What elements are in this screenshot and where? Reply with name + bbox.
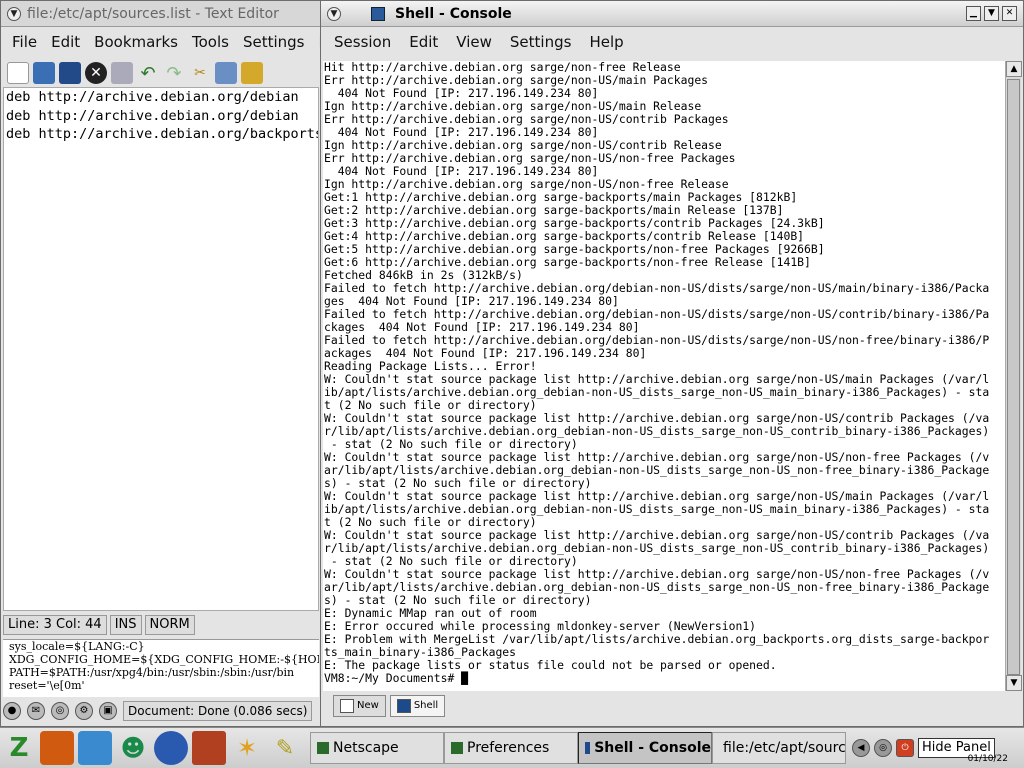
tab-shell[interactable]: Shell [389, 695, 446, 717]
life-vest-icon[interactable] [40, 731, 74, 765]
menu-edit[interactable]: Edit [400, 31, 447, 53]
new-session-icon [340, 699, 354, 713]
tools-icon[interactable]: ⚙ [75, 702, 93, 720]
new-file-icon[interactable] [7, 62, 29, 84]
terminal-output[interactable]: Hit http://archive.debian.org sarge/non-… [323, 61, 1005, 691]
globe-icon[interactable] [154, 731, 188, 765]
terminal-icon [396, 699, 411, 713]
minimize-button[interactable]: ▁ [966, 6, 981, 21]
globe-icon[interactable]: ◎ [51, 702, 69, 720]
terminal-icon [585, 742, 591, 754]
print-icon[interactable] [111, 62, 133, 84]
close-icon[interactable]: ✕ [85, 62, 107, 84]
save-icon[interactable] [59, 62, 81, 84]
editor-line: deb http://archive.debian.org/debian [6, 107, 299, 124]
menu-file[interactable]: File [5, 31, 44, 53]
paste-icon[interactable] [241, 62, 263, 84]
task-label: file:/etc/apt/sources.list [723, 740, 846, 756]
task-shell-console[interactable]: Shell - Console [578, 732, 712, 764]
session-tabs: New Shell [323, 693, 1021, 717]
window-menu-icon[interactable]: ▼ [327, 6, 341, 21]
editor-line: deb http://archive.debian.org/debian [6, 89, 299, 105]
open-folder-icon[interactable] [33, 62, 55, 84]
terminal-line: VM8:~/My Documents# █ [324, 671, 469, 685]
cursor-position: Line: 3 Col: 44 [3, 615, 107, 635]
scroll-thumb[interactable] [1007, 79, 1020, 675]
menu-tools[interactable]: Tools [185, 31, 236, 53]
menu-view[interactable]: View [447, 31, 501, 53]
editor-text-area[interactable]: deb http://archive.debian.org/debian deb … [3, 87, 319, 611]
task-list: Netscape Preferences Shell - Console fil… [310, 732, 846, 764]
package-box-icon[interactable] [78, 731, 112, 765]
editor-title: file:/etc/apt/sources.list - Text Editor [27, 5, 279, 22]
redo-icon[interactable]: ↷ [163, 62, 185, 84]
copy-icon[interactable] [215, 62, 237, 84]
task-preferences[interactable]: Preferences [444, 732, 578, 764]
power-icon[interactable]: ⏻ [896, 739, 914, 757]
text-editor-window: ▼ file:/etc/apt/sources.list - Text Edit… [0, 0, 322, 727]
menu-session[interactable]: Session [325, 31, 400, 53]
window-menu-icon[interactable]: ▼ [7, 6, 21, 21]
menu-settings[interactable]: Settings [236, 31, 312, 53]
editor-toolbar: ✕ ↶ ↷ ✂ [3, 59, 321, 87]
edit-pen-icon[interactable]: ✎ [268, 731, 302, 765]
scroll-down-button[interactable]: ▼ [1006, 675, 1022, 691]
running-person-icon[interactable]: ☻ [116, 731, 150, 765]
norm-mode: NORM [144, 615, 195, 635]
shell-console-window: ▼ Shell - Console ▁ ▼ ✕ Session Edit Vie… [320, 0, 1024, 727]
konsole-line: XDG_CONFIG_HOME=${XDG_CONFIG_HOME:-${HOM… [9, 653, 319, 666]
network-icon[interactable]: ◎ [874, 739, 892, 757]
print-status-icon[interactable]: ▣ [99, 702, 117, 720]
terminal-scrollbar[interactable]: ▲ ▼ [1005, 61, 1022, 691]
shell-title: Shell - Console [395, 5, 512, 22]
close-button[interactable]: ✕ [1002, 6, 1017, 21]
konsole-line: sys_locale=${LANG:-C} [9, 640, 145, 653]
volume-icon[interactable]: ◀ [852, 739, 870, 757]
task-label: Netscape [333, 740, 399, 756]
menu-settings[interactable]: Settings [501, 31, 581, 53]
tab-label: Shell [413, 700, 439, 711]
clock: 01/10/22 [967, 754, 1008, 764]
taskbar: Z ☻ ✶ ✎ Netscape Preferences Shell - Con… [0, 727, 1024, 768]
shell-titlebar[interactable]: ▼ Shell - Console ▁ ▼ ✕ [321, 1, 1023, 27]
tab-label: New [357, 700, 379, 711]
maximize-button[interactable]: ▼ [984, 6, 999, 21]
security-icon[interactable]: ● [3, 702, 21, 720]
editor-line: deb http://archive.debian.org/backports [6, 126, 319, 142]
mail-icon[interactable]: ✉ [27, 702, 45, 720]
app-icon [317, 742, 329, 754]
system-tray: ◀ ◎ ⏻ [852, 739, 914, 757]
scroll-up-button[interactable]: ▲ [1006, 61, 1022, 77]
shell-menubar: Session Edit View Settings Help [321, 31, 1023, 53]
task-label: Preferences [467, 740, 550, 756]
konsole-line: reset='\e[0m' [9, 679, 85, 692]
menu-bookmarks[interactable]: Bookmarks [87, 31, 185, 53]
terminal-icon [371, 6, 385, 21]
tab-new[interactable]: New [333, 695, 386, 717]
undo-icon[interactable]: ↶ [137, 62, 159, 84]
task-label: Shell - Console [594, 740, 711, 756]
editor-titlebar[interactable]: ▼ file:/etc/apt/sources.list - Text Edit… [1, 1, 321, 27]
toolbox-icon[interactable] [192, 731, 226, 765]
browser-statusbar: ● ✉ ◎ ⚙ ▣ Document: Done (0.086 secs) [3, 699, 319, 723]
runner-icon[interactable]: ✶ [230, 731, 264, 765]
menu-edit[interactable]: Edit [44, 31, 87, 53]
document-status: Document: Done (0.086 secs) [123, 701, 313, 721]
insert-mode: INS [109, 615, 142, 635]
konsole-line: PATH=$PATH:/usr/xpg4/bin:/usr/sbin:/sbin… [9, 666, 295, 679]
editor-statusbar: Line: 3 Col: 44 INS NORM [3, 615, 319, 635]
app-icon [451, 742, 463, 754]
task-netscape[interactable]: Netscape [310, 732, 444, 764]
menu-help[interactable]: Help [580, 31, 632, 53]
task-text-editor[interactable]: file:/etc/apt/sources.list [712, 732, 846, 764]
embedded-konsole[interactable]: sys_locale=${LANG:-C} XDG_CONFIG_HOME=${X… [3, 639, 319, 697]
start-menu-icon[interactable]: Z [2, 731, 36, 765]
editor-menubar: File Edit Bookmarks Tools Settings Help [1, 31, 321, 53]
cut-icon[interactable]: ✂ [189, 62, 211, 84]
